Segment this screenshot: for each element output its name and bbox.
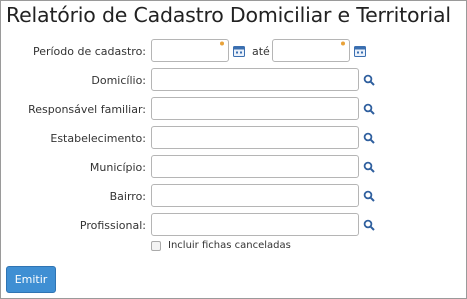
bairro-label: Bairro: <box>109 190 146 203</box>
calendar-icon[interactable] <box>233 45 245 57</box>
search-icon[interactable] <box>363 190 375 202</box>
report-panel: Relatório de Cadastro Domiciliar e Terri… <box>0 0 467 299</box>
incluir-canceladas-label[interactable]: Incluir fichas canceladas <box>168 240 291 251</box>
periodo-label: Período de cadastro: <box>32 45 146 58</box>
pin-icon <box>220 41 224 46</box>
profissional-label: Profissional: <box>79 219 146 232</box>
search-icon[interactable] <box>363 132 375 144</box>
estabelecimento-label: Estabelecimento: <box>50 132 146 145</box>
page-title: Relatório de Cadastro Domiciliar e Terri… <box>6 3 451 27</box>
pin-icon <box>341 41 345 46</box>
municipio-label: Município: <box>89 161 146 174</box>
search-icon[interactable] <box>363 74 375 86</box>
domicilio-input[interactable] <box>151 68 359 91</box>
calendar-icon[interactable] <box>354 45 366 57</box>
incluir-canceladas-checkbox[interactable] <box>151 241 161 251</box>
periodo-separator: até <box>252 45 270 58</box>
search-icon[interactable] <box>363 219 375 231</box>
domicilio-label: Domicílio: <box>91 74 146 87</box>
periodo-end-input[interactable] <box>272 39 350 62</box>
estabelecimento-input[interactable] <box>151 126 359 149</box>
search-icon[interactable] <box>363 103 375 115</box>
emitir-button[interactable]: Emitir <box>6 266 56 293</box>
bairro-input[interactable] <box>151 184 359 207</box>
responsavel-label: Responsável familiar: <box>28 103 146 116</box>
periodo-start-input[interactable] <box>151 39 229 62</box>
responsavel-input[interactable] <box>151 97 359 120</box>
municipio-input[interactable] <box>151 155 359 178</box>
profissional-input[interactable] <box>151 213 359 236</box>
search-icon[interactable] <box>363 161 375 173</box>
